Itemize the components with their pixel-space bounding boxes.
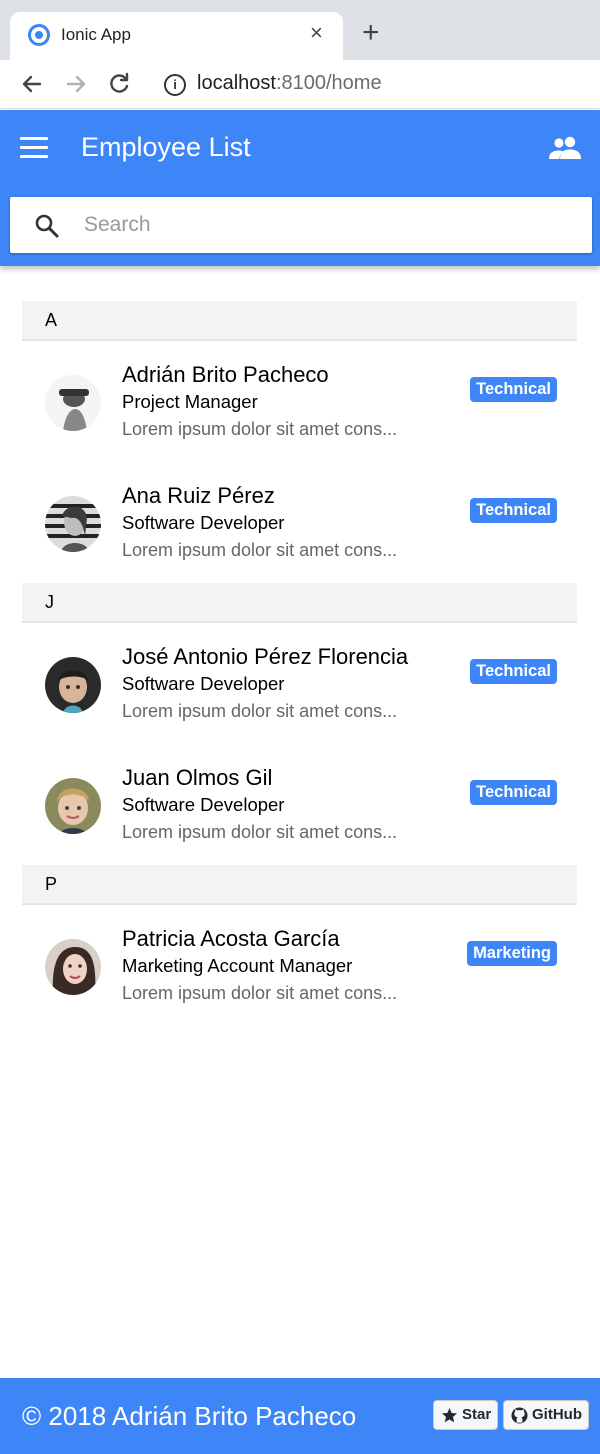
tab-title: Ionic App xyxy=(61,25,131,44)
employee-role: Software Developer xyxy=(122,512,285,533)
employee-description: Lorem ipsum dolor sit amet cons... xyxy=(122,822,398,842)
department-badge: Technical xyxy=(470,659,557,684)
employee-description: Lorem ipsum dolor sit amet cons... xyxy=(122,701,398,721)
employee-description: Lorem ipsum dolor sit amet cons... xyxy=(122,983,398,1003)
employee-description: Lorem ipsum dolor sit amet cons... xyxy=(122,419,398,439)
star-icon xyxy=(441,1407,458,1423)
department-badge: Marketing xyxy=(467,941,557,966)
footer: © 2018 Adrián Brito Pacheco Star GitHub xyxy=(0,1378,600,1454)
avatar xyxy=(45,778,101,834)
employee-name: Juan Olmos Gil xyxy=(122,765,273,790)
employee-name: Adrián Brito Pacheco xyxy=(122,362,329,387)
search-input[interactable] xyxy=(84,210,564,240)
url-host: localhost xyxy=(197,72,276,94)
list-divider-j: J xyxy=(22,583,577,623)
list-item[interactable]: Ana Ruiz Pérez Software Developer Lorem … xyxy=(22,462,577,583)
list-item[interactable]: José Antonio Pérez Florencia Software De… xyxy=(22,623,577,744)
employee-name: José Antonio Pérez Florencia xyxy=(122,644,409,669)
new-tab-button[interactable]: + xyxy=(362,18,380,48)
list-item[interactable]: Adrián Brito Pacheco Project Manager Lor… xyxy=(22,341,577,462)
list-item[interactable]: Patricia Acosta García Marketing Account… xyxy=(22,905,577,1026)
github-icon xyxy=(511,1407,528,1424)
url-field[interactable]: localhost:8100/home xyxy=(197,72,382,95)
avatar xyxy=(45,375,101,431)
list-divider-p: P xyxy=(22,865,577,905)
employee-list: A Adrián Brito Pacheco Project Manager L… xyxy=(22,301,577,1026)
employee-name: Patricia Acosta García xyxy=(122,926,340,951)
list-divider-a: A xyxy=(22,301,577,341)
github-label: GitHub xyxy=(532,1406,582,1423)
department-badge: Technical xyxy=(470,377,557,402)
back-arrow-icon[interactable] xyxy=(18,70,46,98)
employee-role: Project Manager xyxy=(122,391,258,412)
browser-tabstrip: Ionic App × + xyxy=(0,0,600,60)
github-link-button[interactable]: GitHub xyxy=(503,1400,589,1430)
url-path: :8100/home xyxy=(275,72,382,94)
employee-name: Ana Ruiz Pérez xyxy=(122,483,275,508)
ionic-favicon-icon xyxy=(28,24,50,46)
star-label: Star xyxy=(462,1406,492,1423)
list-item[interactable]: Juan Olmos Gil Software Developer Lorem … xyxy=(22,744,577,865)
browser-tab[interactable]: Ionic App × xyxy=(10,12,343,60)
app-header: Employee List xyxy=(0,110,600,266)
department-badge: Technical xyxy=(470,780,557,805)
search-icon xyxy=(35,214,59,238)
employee-role: Marketing Account Manager xyxy=(122,955,353,976)
site-info-icon[interactable]: i xyxy=(164,74,186,96)
forward-arrow-icon[interactable] xyxy=(62,70,90,98)
avatar xyxy=(45,657,101,713)
reload-icon[interactable] xyxy=(105,70,133,98)
employee-description: Lorem ipsum dolor sit amet cons... xyxy=(122,540,398,560)
avatar xyxy=(45,939,101,995)
tab-close-icon[interactable]: × xyxy=(310,21,323,45)
menu-icon[interactable] xyxy=(20,137,50,159)
people-icon[interactable] xyxy=(548,135,582,161)
employee-role: Software Developer xyxy=(122,673,285,694)
footer-copyright: © 2018 Adrián Brito Pacheco xyxy=(22,1401,357,1431)
browser-address-bar: i localhost:8100/home xyxy=(0,60,600,109)
github-star-button[interactable]: Star xyxy=(433,1400,499,1430)
searchbar xyxy=(10,197,592,253)
employee-role: Software Developer xyxy=(122,794,285,815)
avatar xyxy=(45,496,101,552)
department-badge: Technical xyxy=(470,498,557,523)
page-title: Employee List xyxy=(81,132,251,162)
